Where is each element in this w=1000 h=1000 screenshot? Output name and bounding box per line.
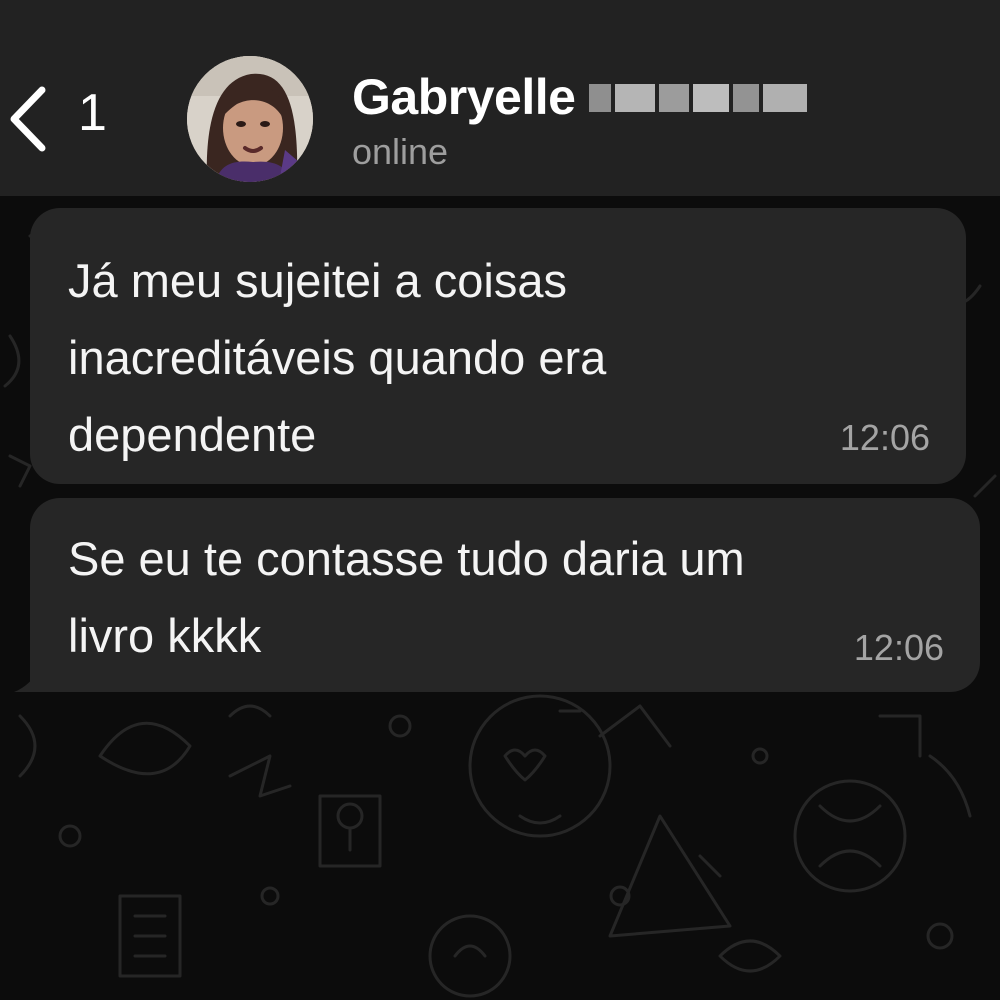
- message-bubble[interactable]: Já meu sujeitei a coisas inacreditáveis …: [30, 208, 966, 484]
- contact-info[interactable]: Gabryelle online: [352, 66, 952, 176]
- avatar-photo: [187, 56, 313, 182]
- chat-screen: 1 Gabryelle online Já meu sujeitei a coi…: [0, 0, 1000, 1000]
- message-bubble[interactable]: Se eu te contasse tudo daria um livro kk…: [30, 498, 980, 692]
- avatar[interactable]: [187, 56, 313, 182]
- message-text: Já meu sujeitei a coisas inacreditáveis …: [68, 254, 607, 461]
- contact-status: online: [352, 131, 449, 172]
- message-time: 12:06: [839, 417, 930, 458]
- unread-count: 1: [78, 84, 107, 142]
- chat-area[interactable]: Já meu sujeitei a coisas inacreditáveis …: [0, 196, 1000, 1000]
- message-time: 12:06: [853, 627, 944, 668]
- contact-name: Gabryelle: [352, 69, 576, 125]
- message-text: Se eu te contasse tudo daria um livro kk…: [68, 532, 745, 662]
- back-button[interactable]: 1: [0, 70, 130, 165]
- chat-header: 1 Gabryelle online: [0, 0, 1000, 196]
- redacted-surname: [589, 78, 808, 116]
- contact-name-row: Gabryelle: [352, 66, 952, 128]
- chevron-left-icon: [10, 86, 46, 152]
